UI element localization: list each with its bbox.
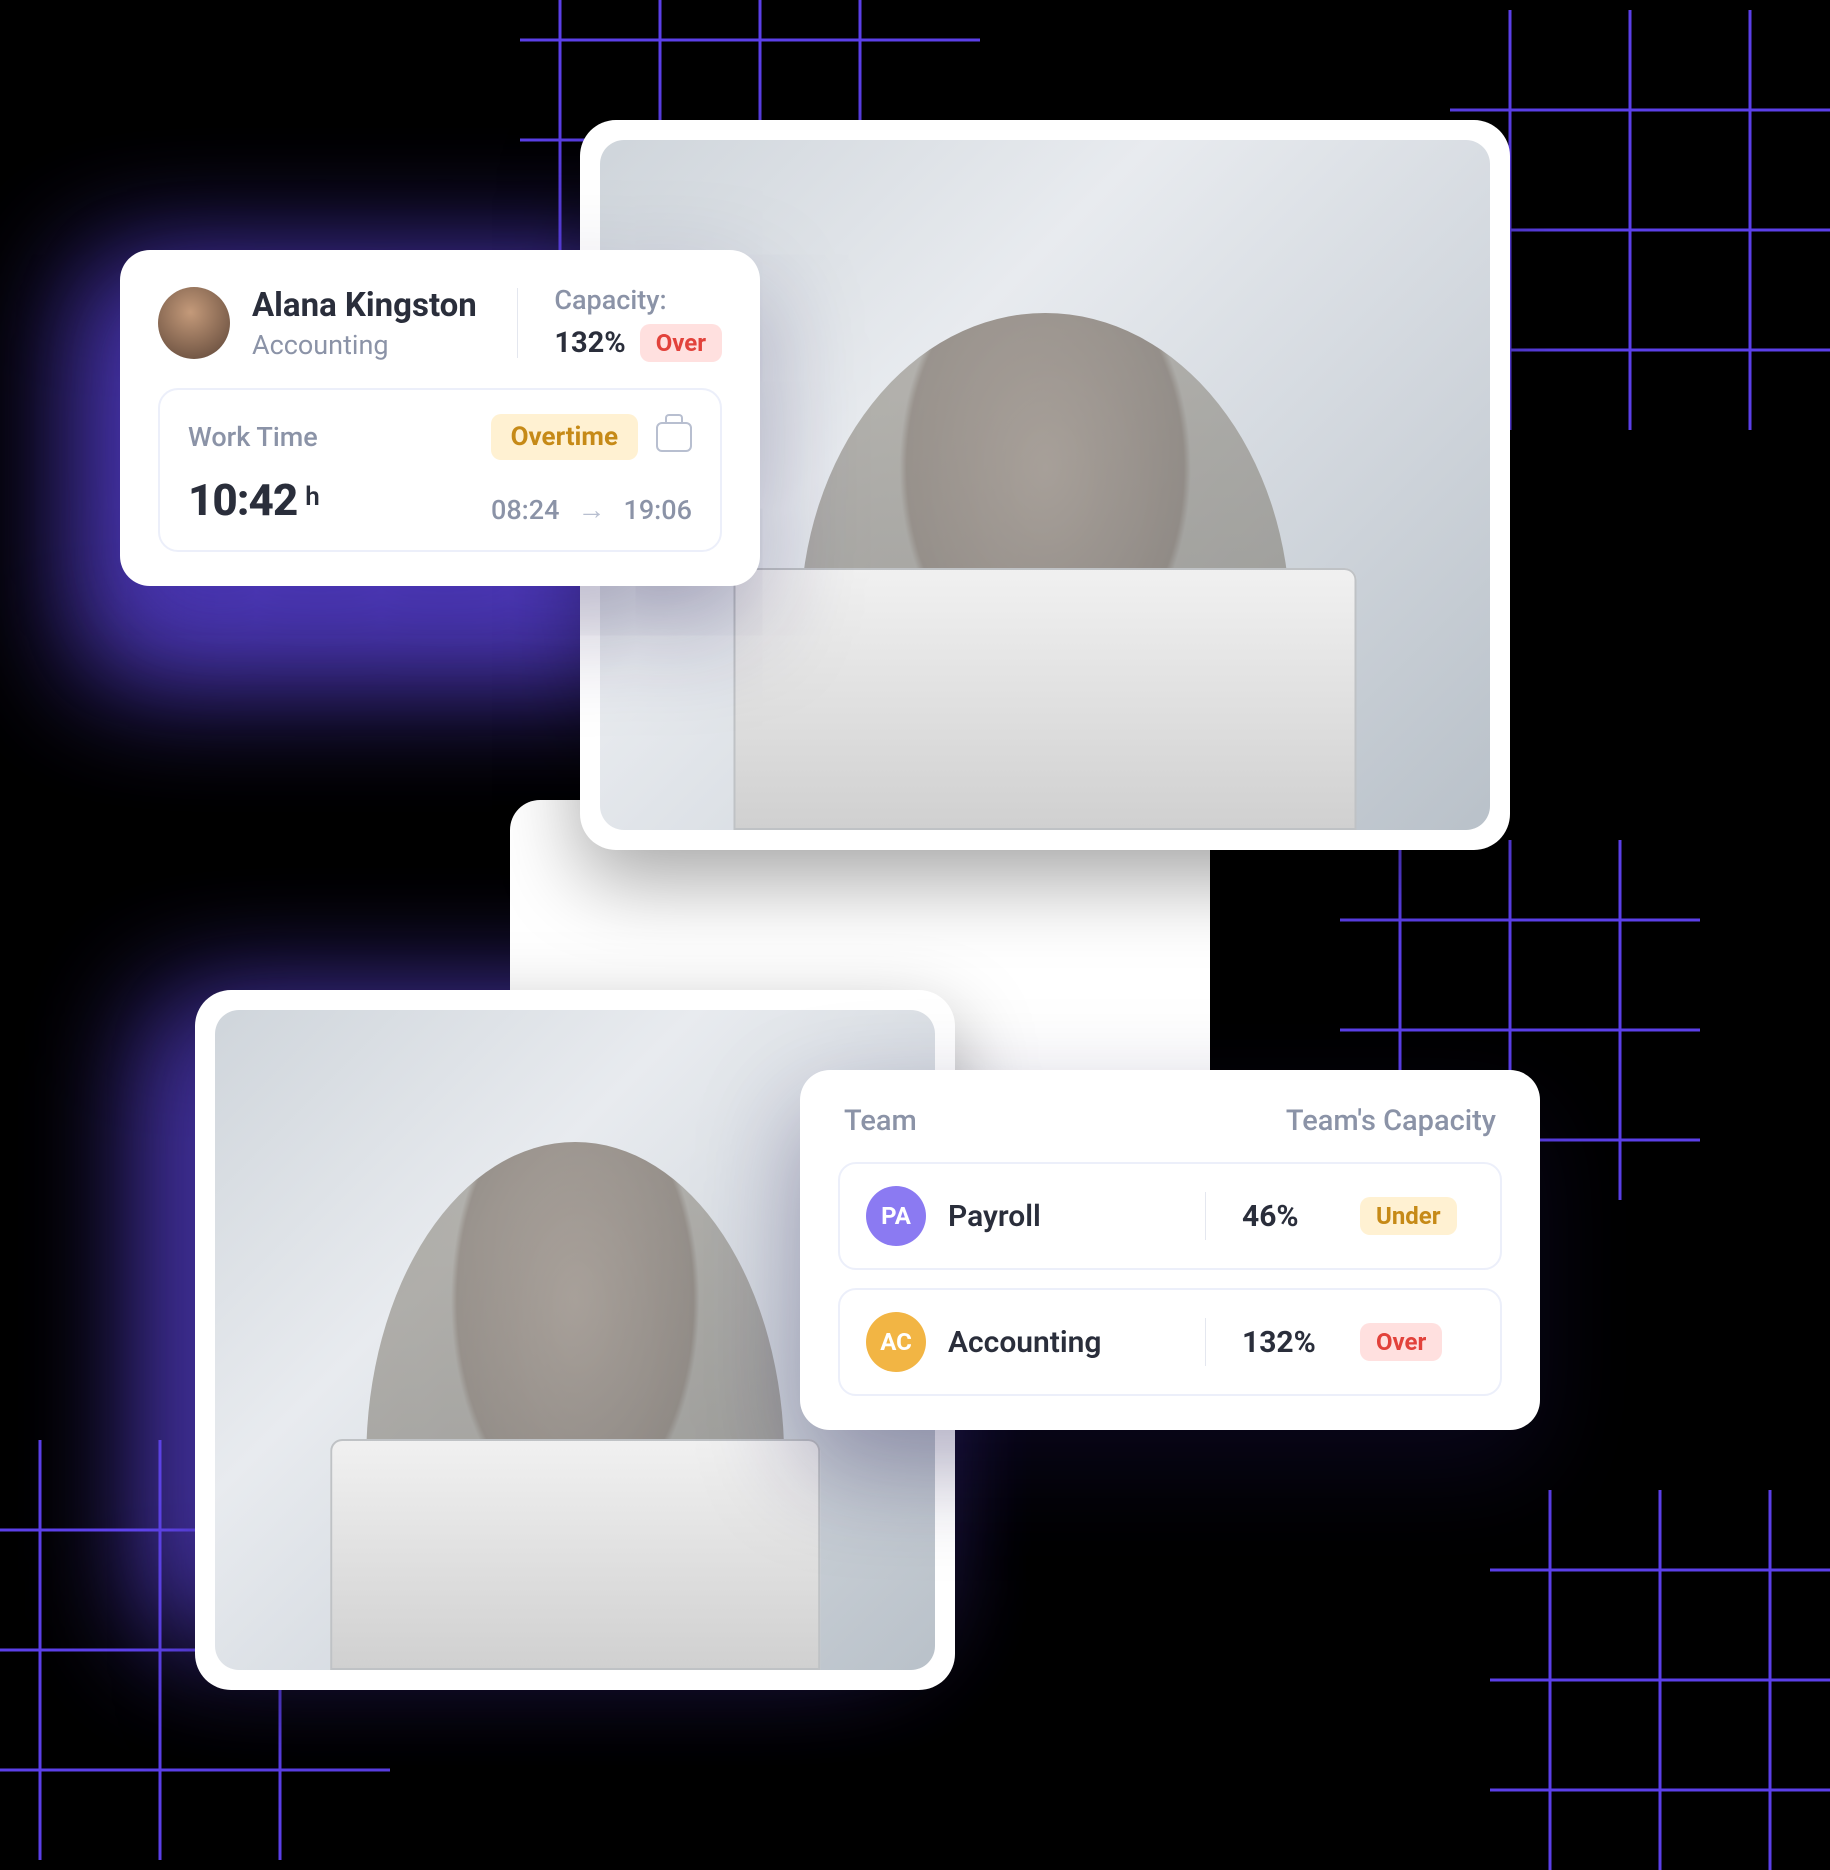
overtime-badge: Overtime (491, 414, 638, 460)
employee-capacity-card: Alana Kingston Accounting Capacity: 132%… (120, 250, 760, 586)
team-row: AC Accounting 132% Over (838, 1288, 1502, 1396)
capacity-status-badge: Over (640, 324, 722, 362)
capacity-label: Capacity: (554, 284, 722, 316)
divider (1205, 1192, 1206, 1240)
team-status-badge: Over (1360, 1323, 1442, 1361)
avatar (158, 287, 230, 359)
team-name: Payroll (948, 1199, 1041, 1234)
work-time-label: Work Time (188, 421, 318, 453)
team-name: Accounting (948, 1325, 1102, 1360)
divider (1205, 1318, 1206, 1366)
start-time: 08:24 (491, 494, 560, 526)
capacity-percent: 132% (554, 326, 625, 360)
team-capacity-header: Team's Capacity (1286, 1104, 1496, 1138)
end-time: 19:06 (623, 494, 692, 526)
divider (517, 288, 518, 358)
work-time-panel: Work Time Overtime 10:42h 08:24 → 19:06 (158, 388, 722, 552)
work-duration: 10:42h (188, 474, 319, 526)
team-row: PA Payroll 46% Under (838, 1162, 1502, 1270)
employee-name: Alana Kingston (252, 286, 487, 325)
work-time-range: 08:24 → 19:06 (491, 493, 692, 526)
team-capacity-percent: 46% (1242, 1199, 1332, 1234)
employee-department: Accounting (252, 329, 487, 361)
team-header: Team (844, 1104, 917, 1138)
team-status-badge: Under (1360, 1197, 1457, 1235)
team-capacity-card: Team Team's Capacity PA Payroll 46% Unde… (800, 1070, 1540, 1430)
team-abbr-badge: AC (866, 1312, 926, 1372)
team-capacity-percent: 132% (1242, 1325, 1332, 1360)
team-abbr-badge: PA (866, 1186, 926, 1246)
briefcase-icon (656, 422, 692, 452)
arrow-right-icon: → (577, 493, 605, 526)
